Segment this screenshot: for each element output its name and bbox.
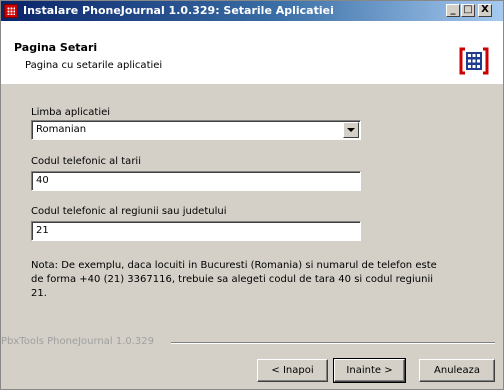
language-select[interactable]: Romanian <box>31 120 361 140</box>
back-button[interactable]: < Inapoi <box>257 359 328 382</box>
country-code-label: Codul telefonic al tarii <box>31 156 141 167</box>
wizard-header: Pagina Setari Pagina cu setarile aplicat… <box>1 21 503 84</box>
footer-divider <box>171 342 495 344</box>
chevron-down-icon[interactable] <box>343 122 359 138</box>
minimize-button[interactable]: _ <box>446 4 460 17</box>
footer-brand-row: PbxTools PhoneJournal 1.0.329 <box>1 336 503 350</box>
region-code-label: Codul telefonic al regiunii sau judetulu… <box>31 206 227 217</box>
window-title: Instalare PhoneJournal 1.0.329: Setarile… <box>23 4 334 17</box>
help-note: Nota: De exemplu, daca locuiti in Bucure… <box>31 260 437 299</box>
brand-label: PbxTools PhoneJournal 1.0.329 <box>1 336 155 347</box>
next-button[interactable]: Inainte > <box>333 358 406 383</box>
cancel-button[interactable]: Anuleaza <box>419 359 495 382</box>
country-code-input[interactable]: 40 <box>31 171 361 191</box>
installer-window: Instalare PhoneJournal 1.0.329: Setarile… <box>0 0 504 390</box>
language-label: Limba aplicatiei <box>31 107 111 118</box>
settings-form: Limba aplicatiei Romanian Codul telefoni… <box>1 84 503 334</box>
page-subtitle: Pagina cu setarile aplicatiei <box>25 60 163 71</box>
close-button[interactable]: X <box>478 4 492 17</box>
phonejournal-logo-icon <box>459 47 489 75</box>
title-bar[interactable]: Instalare PhoneJournal 1.0.329: Setarile… <box>1 1 503 21</box>
region-code-input[interactable]: 21 <box>31 221 361 241</box>
app-icon <box>4 4 18 18</box>
language-selected-value: Romanian <box>36 124 87 135</box>
maximize-button[interactable]: □ <box>461 4 475 17</box>
page-title: Pagina Setari <box>14 41 98 54</box>
